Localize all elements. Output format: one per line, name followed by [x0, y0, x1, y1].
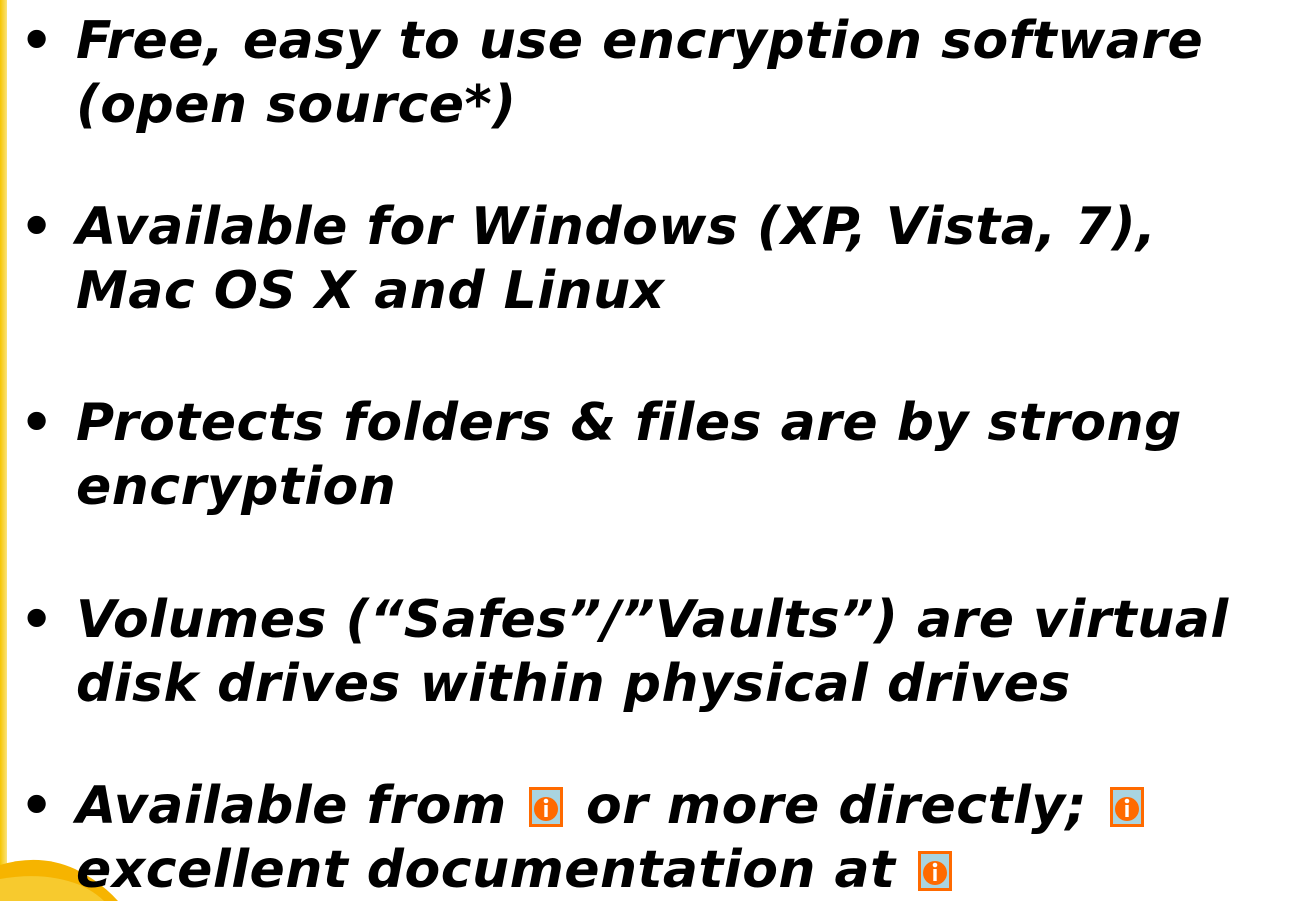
bullet-marker: • [20, 776, 54, 836]
bullet-text-line: Free, easy to use encryption software [76, 11, 1204, 71]
info-link-icon[interactable] [918, 851, 953, 891]
info-link-icon[interactable] [1109, 787, 1144, 827]
bullet-marker: • [20, 11, 54, 71]
bullet-marker: • [20, 590, 54, 650]
bullet-text-line: Volumes (“Safes”/”Vaults”) are virtual [76, 590, 1229, 650]
bullet-text-line: (open source*) [76, 75, 517, 135]
bullet-text-line: Available from or more directly; [76, 774, 1148, 838]
bullet-text-line: Available for Windows (XP, Vista, 7), [76, 197, 1157, 257]
bullet-text-segment: or more directly; [585, 776, 1087, 836]
slide: • Free, easy to use encryption software … [0, 0, 1290, 901]
info-link-icon[interactable] [529, 787, 564, 827]
bullet-marker: • [20, 393, 54, 453]
bullet-text-line: Mac OS X and Linux [76, 261, 665, 321]
bullet-text-line: disk drives within physical drives [76, 654, 1071, 714]
bullet-text-line: encryption [76, 457, 397, 517]
bullet-marker: • [20, 197, 54, 257]
bullet-text-line: excellent documentation at [76, 838, 956, 901]
bullet-text-segment: excellent documentation at [76, 840, 896, 900]
left-edge-accent [0, 0, 7, 901]
bullet-text-segment: Available from [76, 776, 507, 836]
bullet-text-line: Protects folders & files are by strong [76, 393, 1182, 453]
